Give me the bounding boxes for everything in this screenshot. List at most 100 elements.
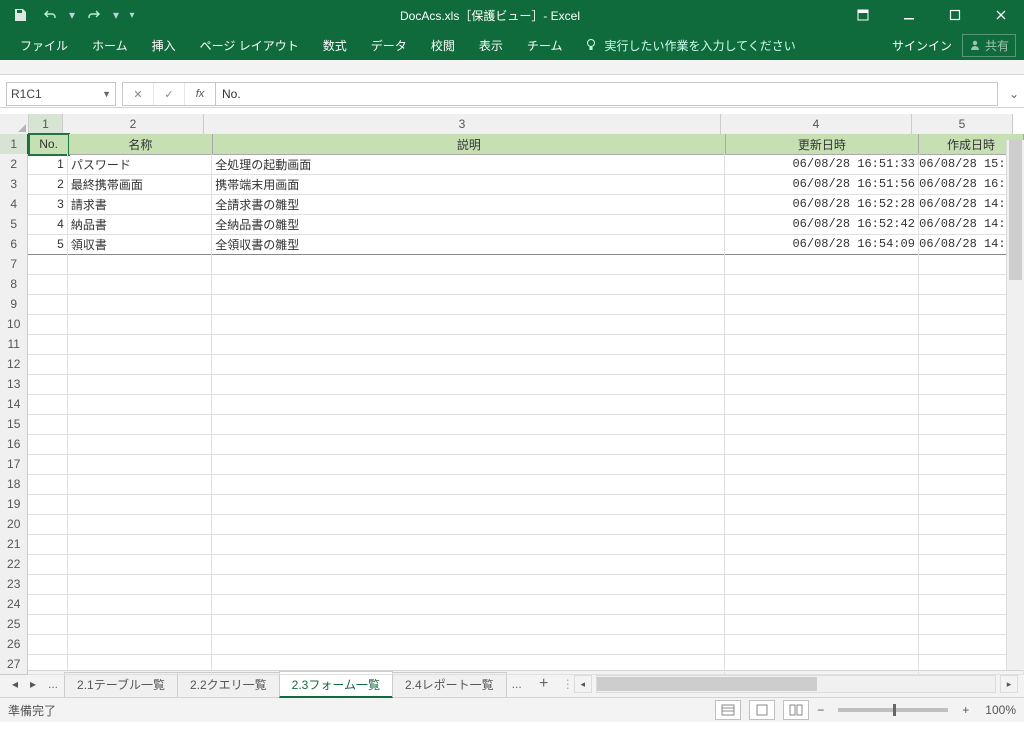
name-box[interactable]: R1C1 ▼ — [6, 82, 116, 106]
qat-customize-icon[interactable]: ▾ — [124, 2, 140, 28]
cell[interactable] — [68, 334, 212, 355]
cell[interactable]: 4 — [28, 214, 67, 235]
row-header[interactable]: 24 — [0, 594, 28, 615]
cell[interactable] — [725, 514, 918, 535]
redo-dropdown-icon[interactable]: ▾ — [110, 2, 122, 28]
col-header[interactable]: 2 — [63, 114, 204, 135]
tab-home[interactable]: ホーム — [80, 30, 140, 60]
row-header[interactable]: 22 — [0, 554, 28, 575]
tab-splitter[interactable]: ⋮ — [562, 676, 568, 692]
cell[interactable] — [28, 394, 67, 415]
cell[interactable] — [725, 314, 918, 335]
cell[interactable]: 領収書 — [68, 234, 212, 255]
horizontal-scrollbar[interactable] — [596, 675, 996, 693]
cell[interactable] — [212, 634, 725, 655]
cell[interactable] — [725, 454, 918, 475]
row-header[interactable]: 17 — [0, 454, 28, 475]
cell[interactable] — [28, 334, 67, 355]
tab-insert[interactable]: 挿入 — [140, 30, 188, 60]
undo-button[interactable] — [36, 2, 64, 28]
cell[interactable] — [68, 514, 212, 535]
cell[interactable] — [212, 614, 725, 635]
cell[interactable] — [28, 614, 67, 635]
cell[interactable] — [68, 614, 212, 635]
cell[interactable] — [212, 594, 725, 615]
enter-formula-button[interactable]: ✓ — [154, 83, 185, 105]
cell[interactable] — [725, 654, 918, 675]
cell[interactable]: 全請求書の雛型 — [212, 194, 725, 215]
tell-me-search[interactable]: 実行したい作業を入力してください — [584, 37, 795, 54]
cell[interactable] — [725, 614, 918, 635]
row-header[interactable]: 25 — [0, 614, 28, 635]
cell[interactable] — [725, 334, 918, 355]
cell[interactable] — [68, 534, 212, 555]
cell[interactable] — [68, 494, 212, 515]
cell[interactable] — [28, 254, 67, 275]
signin-link[interactable]: サインイン — [892, 37, 952, 54]
tab-nav-prev[interactable]: ◂ — [6, 672, 24, 696]
cancel-formula-button[interactable]: ✕ — [123, 83, 154, 105]
select-all-button[interactable] — [0, 114, 29, 135]
save-button[interactable] — [6, 2, 34, 28]
cell[interactable] — [28, 554, 67, 575]
cell[interactable]: 請求書 — [68, 194, 212, 215]
cell[interactable] — [68, 574, 212, 595]
row-header[interactable]: 10 — [0, 314, 28, 335]
cell[interactable] — [28, 434, 67, 455]
header-cell[interactable]: 更新日時 — [726, 134, 919, 155]
cell[interactable] — [68, 634, 212, 655]
cell[interactable] — [212, 274, 725, 295]
cell[interactable] — [68, 354, 212, 375]
cell[interactable] — [212, 314, 725, 335]
row-header[interactable]: 9 — [0, 294, 28, 315]
tab-ellipsis-left[interactable]: ... — [42, 677, 64, 691]
scrollbar-thumb[interactable] — [597, 677, 817, 691]
tab-review[interactable]: 校閲 — [419, 30, 467, 60]
cell[interactable] — [28, 654, 67, 675]
row-header[interactable]: 6 — [0, 234, 28, 255]
tab-view[interactable]: 表示 — [467, 30, 515, 60]
tab-formulas[interactable]: 数式 — [311, 30, 359, 60]
sheet-tab-active[interactable]: 2.3フォーム一覧 — [279, 671, 393, 698]
header-cell[interactable]: No. — [29, 134, 68, 155]
maximize-button[interactable] — [932, 0, 978, 30]
ribbon-display-options[interactable] — [840, 0, 886, 30]
cell[interactable] — [68, 434, 212, 455]
row-header[interactable]: 26 — [0, 634, 28, 655]
tab-ellipsis-right[interactable]: ... — [506, 677, 528, 691]
tab-file[interactable]: ファイル — [8, 30, 80, 60]
cell[interactable] — [68, 654, 212, 675]
cell[interactable] — [28, 574, 67, 595]
cell[interactable] — [212, 374, 725, 395]
cell[interactable] — [212, 514, 725, 535]
cell[interactable] — [212, 574, 725, 595]
undo-dropdown-icon[interactable]: ▾ — [66, 2, 78, 28]
cell[interactable] — [725, 374, 918, 395]
cell[interactable] — [68, 554, 212, 575]
cell[interactable] — [725, 494, 918, 515]
sheet-tab[interactable]: 2.4レポート一覧 — [392, 672, 507, 697]
cell[interactable] — [68, 314, 212, 335]
cell[interactable]: 06/08/28 16:52:42 — [725, 214, 918, 235]
zoom-in-button[interactable]: + — [962, 703, 969, 717]
chevron-down-icon[interactable]: ▼ — [102, 89, 111, 99]
cell[interactable] — [212, 654, 725, 675]
row-header[interactable]: 1 — [0, 134, 29, 155]
vertical-scrollbar[interactable] — [1006, 140, 1024, 670]
cell[interactable] — [725, 394, 918, 415]
col-header[interactable]: 3 — [204, 114, 721, 135]
cell[interactable]: 1 — [28, 154, 67, 175]
cell[interactable]: 全処理の起動画面 — [212, 154, 725, 175]
cell[interactable] — [725, 274, 918, 295]
share-button[interactable]: 共有 — [962, 34, 1016, 57]
cell[interactable]: パスワード — [68, 154, 212, 175]
zoom-thumb[interactable] — [893, 704, 896, 716]
row-header[interactable]: 12 — [0, 354, 28, 375]
sheet-tab[interactable]: 2.2クエリ一覧 — [177, 672, 280, 697]
view-normal-button[interactable] — [715, 700, 741, 720]
cell[interactable] — [28, 494, 67, 515]
cell[interactable]: 06/08/28 16:51:33 — [725, 154, 918, 175]
cell[interactable] — [28, 534, 67, 555]
header-cell[interactable]: 説明 — [213, 134, 726, 155]
tab-data[interactable]: データ — [359, 30, 419, 60]
